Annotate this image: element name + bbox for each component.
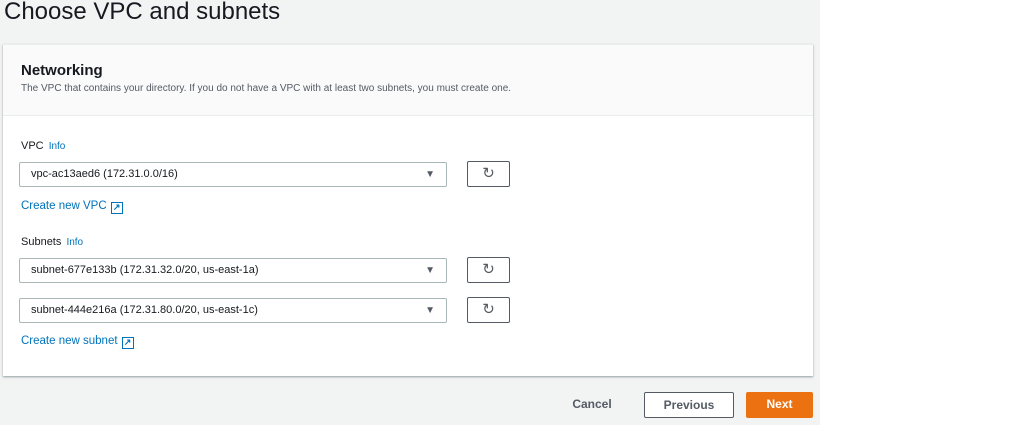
subnet-select-2[interactable]: subnet-444e216a (172.31.80.0/20, us-east… — [19, 298, 447, 323]
refresh-vpc-button[interactable]: ↻ — [467, 161, 510, 187]
create-subnet-link[interactable]: Create new subnet ↗ — [21, 335, 134, 349]
caret-down-icon: ▼ — [425, 305, 435, 316]
panel-description: The VPC that contains your directory. If… — [21, 83, 512, 94]
vpc-select-value: vpc-ac13aed6 (172.31.0.0/16) — [31, 168, 178, 180]
create-vpc-text: Create new VPC — [21, 200, 107, 212]
refresh-icon: ↻ — [482, 301, 495, 318]
subnet-select-1[interactable]: subnet-677e133b (172.31.32.0/20, us-east… — [19, 258, 447, 283]
external-link-icon: ↗ — [121, 337, 134, 349]
vpc-info-link[interactable]: Info — [49, 141, 66, 152]
subnets-info-link[interactable]: Info — [66, 237, 83, 248]
refresh-subnet-1-button[interactable]: ↻ — [467, 257, 510, 283]
panel-title: Networking — [21, 62, 103, 79]
subnets-label-text: Subnets — [21, 236, 62, 248]
refresh-icon: ↻ — [482, 261, 495, 278]
vpc-select[interactable]: vpc-ac13aed6 (172.31.0.0/16) ▼ — [19, 162, 447, 187]
create-subnet-text: Create new subnet — [21, 335, 118, 347]
vpc-label-text: VPC — [21, 140, 44, 152]
external-link-icon: ↗ — [110, 202, 123, 214]
refresh-subnet-2-button[interactable]: ↻ — [467, 297, 510, 323]
subnet-1-value: subnet-677e133b (172.31.32.0/20, us-east… — [31, 264, 259, 276]
networking-panel: Networking The VPC that contains your di… — [3, 44, 813, 376]
previous-button[interactable]: Previous — [644, 392, 734, 418]
caret-down-icon: ▼ — [425, 265, 435, 276]
page-title: Choose VPC and subnets — [4, 0, 281, 25]
next-button[interactable]: Next — [746, 392, 813, 418]
create-vpc-link[interactable]: Create new VPC ↗ — [21, 200, 123, 214]
subnets-label: Subnets Info — [21, 236, 83, 248]
caret-down-icon: ▼ — [425, 169, 435, 180]
vpc-label: VPC Info — [21, 140, 65, 152]
cancel-button[interactable]: Cancel — [560, 392, 624, 418]
refresh-icon: ↻ — [482, 165, 495, 182]
panel-header: Networking The VPC that contains your di… — [3, 45, 813, 116]
subnet-2-value: subnet-444e216a (172.31.80.0/20, us-east… — [31, 304, 258, 316]
